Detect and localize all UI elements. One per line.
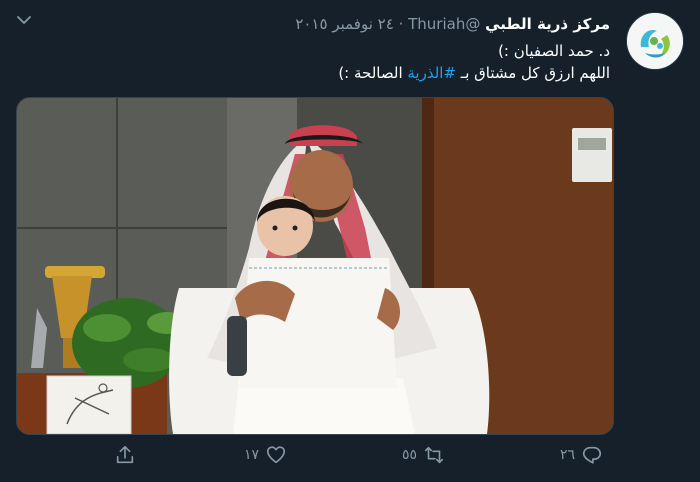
tweet-date[interactable]: ٢٤ نوفمبر ٢٠١٥ [295,15,393,33]
reply-count: ٢٦ [560,447,576,463]
retweet-icon [424,446,444,464]
author-handle[interactable]: @Thuriah [408,15,480,33]
tweet-line-1: د. حمد الصفيان :) [498,42,610,60]
reply-icon [582,446,602,464]
tweet-header: مركز ذرية الطبي @Thuriah · ٢٤ نوفمبر ٢٠١… [295,14,610,34]
like-count: ١٧ [244,447,260,463]
tweet-line-2-prefix: اللهم ارزق كل مشتاق بـ [456,64,610,82]
reply-button[interactable]: ٢٦ [560,444,603,466]
chevron-down-icon[interactable] [14,10,34,30]
retweet-button[interactable]: ٥٥ [402,444,445,466]
tweet-line-2-suffix: الصالحة :) [338,64,408,82]
photo-illustration [17,98,613,434]
share-button[interactable] [114,444,136,466]
tweet-text: د. حمد الصفيان :) اللهم ارزق كل مشتاق بـ… [50,40,610,84]
tweet-photo[interactable] [16,97,614,435]
share-icon [116,445,134,464]
tweet-card[interactable]: مركز ذرية الطبي @Thuriah · ٢٤ نوفمبر ٢٠١… [0,0,700,482]
author-name[interactable]: مركز ذرية الطبي [485,15,610,33]
like-button[interactable]: ١٧ [244,444,287,466]
tweet-actions: ١٧ ٥٥ ٢٦ [0,440,700,474]
meta-separator: · [398,15,404,33]
avatar[interactable] [626,12,684,70]
retweet-count: ٥٥ [402,447,418,463]
hashtag-link[interactable]: #الذرية [407,64,456,82]
thermostat [572,128,612,182]
like-icon [266,446,286,464]
tweet-line-2: اللهم ارزق كل مشتاق بـ #الذرية الصالحة :… [50,62,610,84]
